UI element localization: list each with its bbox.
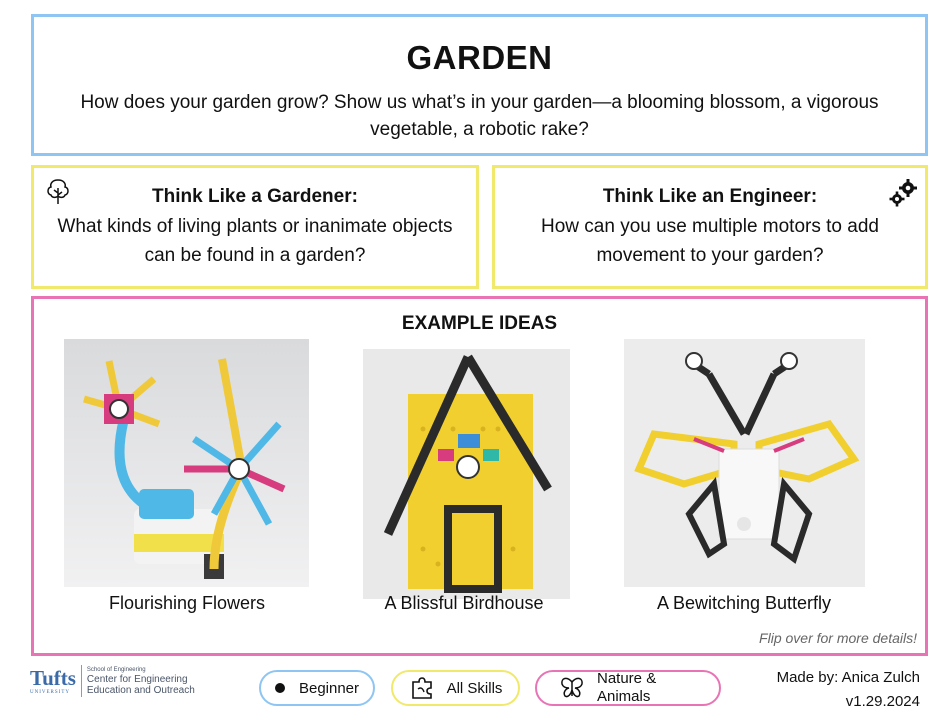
gardener-text: What kinds of living plants or inanimate… bbox=[57, 216, 453, 266]
flowers-caption: Flourishing Flowers bbox=[108, 593, 266, 613]
flowers-photo bbox=[64, 339, 309, 587]
engineer-heading: Think Like an Engineer: bbox=[602, 186, 818, 207]
logo-center-text: School of Engineering Center for Enginee… bbox=[87, 666, 205, 696]
example-ideas-panel: EXAMPLE IDEAS Flourishing Flowers A Blis… bbox=[31, 296, 928, 656]
version: v1.29.2024 bbox=[845, 693, 920, 710]
credits: Made by: Anica Zulch v1.29.2024 bbox=[777, 666, 920, 714]
garden-prompt: How does your garden grow? Show us what’… bbox=[80, 92, 879, 140]
flip-over-note: Flip over for more details! bbox=[759, 630, 917, 646]
logo-divider bbox=[80, 665, 82, 697]
badge-beginner: Beginner bbox=[259, 670, 375, 706]
title-panel: GARDEN How does your garden grow? Show u… bbox=[31, 14, 928, 156]
logo-center-name: Center for Engineering Education and Out… bbox=[86, 674, 195, 696]
birdhouse-caption: A Blissful Birdhouse bbox=[384, 593, 544, 613]
badge-nature-animals: Nature & Animals bbox=[535, 670, 721, 706]
birdhouse-photo bbox=[363, 349, 570, 599]
tree-icon bbox=[43, 176, 73, 206]
badge-beginner-label: Beginner bbox=[298, 679, 360, 697]
badge-skills-label: All Skills bbox=[446, 679, 503, 697]
gears-icon bbox=[888, 178, 918, 208]
made-by: Made by: Anica Zulch bbox=[776, 669, 920, 686]
tufts-logo: Tufts UNIVERSITY School of Engineering C… bbox=[30, 663, 205, 699]
badge-nature-label: Nature & Animals bbox=[597, 670, 657, 705]
badge-all-skills: All Skills bbox=[391, 670, 520, 706]
examples-heading: EXAMPLE IDEAS bbox=[401, 313, 558, 334]
think-gardener-panel: Think Like a Gardener: What kinds of liv… bbox=[31, 165, 479, 289]
gardener-heading: Think Like a Gardener: bbox=[152, 186, 358, 207]
dot-icon bbox=[274, 683, 285, 693]
page-title: GARDEN bbox=[406, 39, 553, 76]
butterfly-icon bbox=[561, 677, 583, 698]
puzzle-icon bbox=[411, 677, 432, 699]
think-engineer-panel: Think Like an Engineer: How can you use … bbox=[492, 165, 928, 289]
butterfly-caption: A Bewitching Butterfly bbox=[656, 593, 832, 613]
tufts-wordmark: Tufts UNIVERSITY bbox=[30, 665, 76, 695]
butterfly-photo bbox=[624, 339, 865, 587]
engineer-text: How can you use multiple motors to add m… bbox=[541, 216, 879, 266]
